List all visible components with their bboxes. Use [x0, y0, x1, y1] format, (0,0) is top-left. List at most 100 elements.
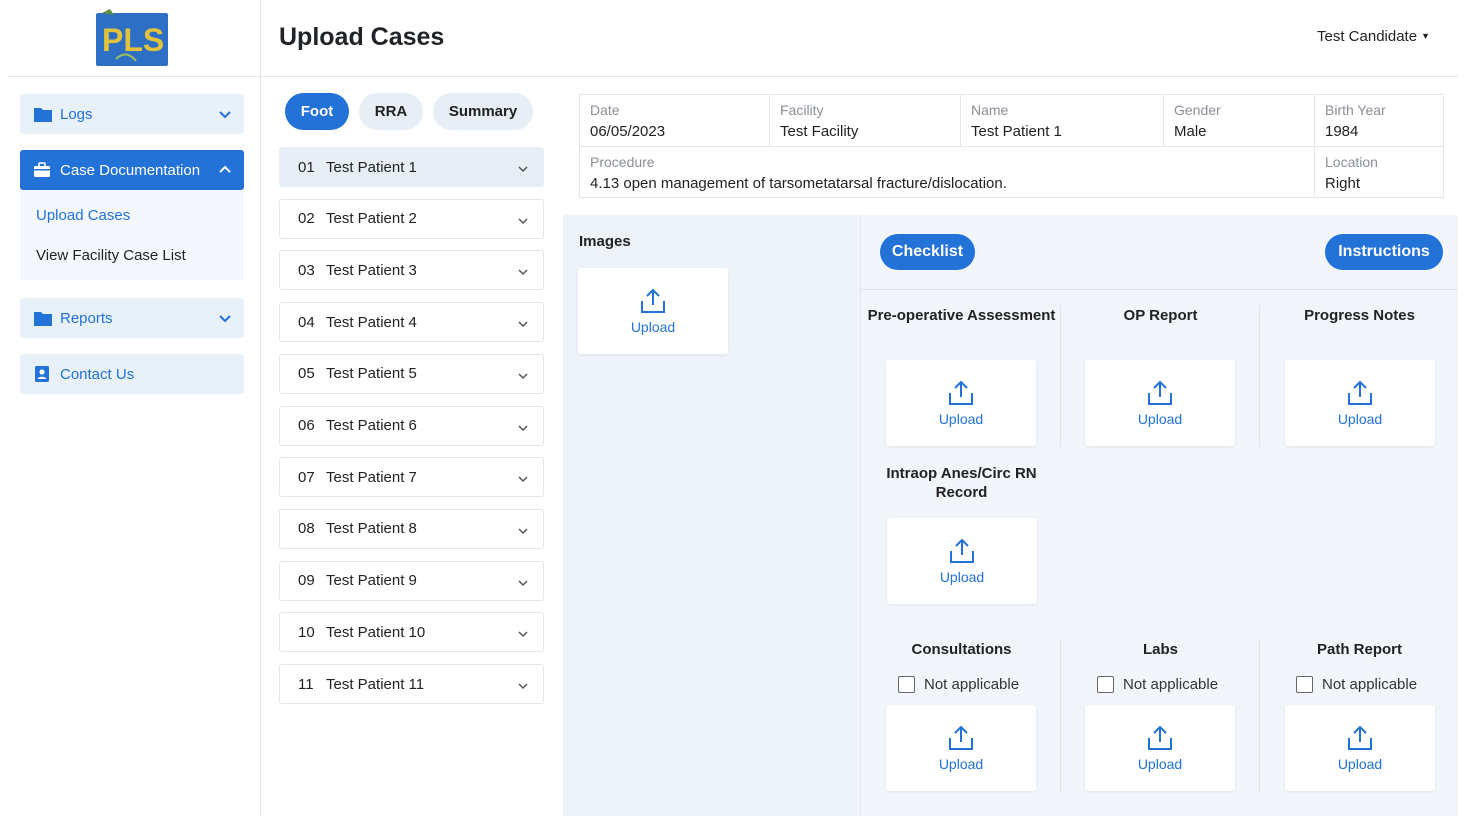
- patient-row[interactable]: 05 Test Patient 5: [279, 353, 544, 394]
- chevron-down-icon: [518, 166, 528, 173]
- chevron-down-icon: [219, 315, 231, 323]
- user-menu[interactable]: Test Candidate ▼: [1317, 28, 1430, 45]
- not-applicable-label: Not applicable: [1123, 676, 1219, 693]
- not-applicable-label: Not applicable: [924, 676, 1020, 693]
- patient-name: Test Patient 1: [326, 158, 417, 176]
- patient-name: Test Patient 5: [326, 365, 417, 383]
- sidebar-label-contact-us: Contact Us: [60, 365, 135, 383]
- sidebar-label-logs: Logs: [60, 105, 93, 123]
- gender-label: Gender: [1174, 102, 1221, 118]
- name-cell: Name Test Patient 1: [961, 95, 1164, 146]
- checklist-header-divider: [861, 289, 1458, 290]
- patient-row[interactable]: 09 Test Patient 9: [279, 560, 544, 601]
- submenu-view-facility-case-list[interactable]: View Facility Case List: [36, 247, 186, 264]
- patient-name: Test Patient 2: [326, 210, 417, 228]
- upload-icon: [1348, 380, 1372, 405]
- path-report-upload-button[interactable]: Upload: [1285, 705, 1435, 791]
- upload-icon: [641, 288, 665, 313]
- images-label: Images: [579, 233, 631, 250]
- chevron-up-icon: [219, 165, 231, 173]
- patient-row[interactable]: 08 Test Patient 8: [279, 508, 544, 549]
- patient-row[interactable]: 02 Test Patient 2: [279, 198, 544, 239]
- chevron-down-icon: [518, 580, 528, 586]
- patient-name: Test Patient 11: [326, 675, 425, 693]
- chevron-down-icon: [518, 269, 528, 276]
- location-cell: Location Right: [1315, 147, 1444, 198]
- path-report-not-applicable-checkbox[interactable]: Not applicable: [1296, 676, 1417, 693]
- patient-number: 03: [298, 261, 315, 279]
- consultations-not-applicable-checkbox[interactable]: Not applicable: [898, 676, 1019, 693]
- sidebar-item-contact-us[interactable]: Contact Us: [20, 354, 244, 394]
- patient-number: 06: [298, 417, 315, 434]
- upload-label: Upload: [1137, 756, 1183, 772]
- tab-rra[interactable]: RRA: [359, 93, 423, 130]
- checkbox-box: [1296, 676, 1313, 693]
- upload-label: Upload: [630, 319, 676, 335]
- consultations-upload-button[interactable]: Upload: [886, 705, 1036, 791]
- patient-row[interactable]: 06 Test Patient 6: [279, 405, 544, 446]
- chevron-down-icon: [518, 476, 528, 483]
- patient-name: Test Patient 6: [326, 417, 417, 434]
- op-report-upload-button[interactable]: Upload: [1085, 360, 1235, 446]
- pls-logo: PLS: [96, 9, 168, 66]
- patient-number: 05: [298, 365, 315, 383]
- user-name: Test Candidate: [1317, 28, 1418, 45]
- chevron-down-icon: [518, 528, 528, 534]
- patient-number: 07: [298, 468, 315, 486]
- date-label: Date: [590, 102, 620, 118]
- upload-label: Upload: [1337, 411, 1383, 427]
- patient-row[interactable]: 10 Test Patient 10: [279, 612, 544, 653]
- patient-name: Test Patient 9: [326, 572, 417, 590]
- location-label: Location: [1325, 154, 1378, 170]
- patient-row[interactable]: 11 Test Patient 11: [279, 664, 544, 704]
- column-divider: [1060, 305, 1061, 447]
- sidebar-item-reports[interactable]: Reports: [20, 298, 244, 338]
- intraop-upload-button[interactable]: Upload: [887, 518, 1037, 604]
- folder-icon: [34, 312, 52, 326]
- chevron-down-icon: [518, 631, 528, 638]
- birth-year-value: 1984: [1325, 123, 1359, 140]
- patient-number: 02: [298, 210, 315, 228]
- checkbox-box: [1097, 676, 1114, 693]
- chevron-down-icon: [219, 111, 231, 119]
- section-consultations-title: Consultations: [911, 641, 1012, 658]
- upload-label: Upload: [938, 411, 984, 427]
- patient-row[interactable]: 01 Test Patient 1: [279, 147, 544, 187]
- sidebar-divider: [260, 0, 261, 816]
- upload-label: Upload: [938, 756, 984, 772]
- labs-not-applicable-checkbox[interactable]: Not applicable: [1097, 676, 1218, 693]
- section-op-report-title: OP Report: [1123, 307, 1198, 324]
- tab-summary[interactable]: Summary: [433, 93, 533, 130]
- upload-icon: [1348, 725, 1372, 750]
- section-path-report-title: Path Report: [1316, 641, 1402, 658]
- procedure-label: Procedure: [590, 154, 655, 170]
- facility-label: Facility: [780, 102, 824, 118]
- patient-row[interactable]: 07 Test Patient 7: [279, 457, 544, 498]
- progress-notes-upload-button[interactable]: Upload: [1285, 360, 1435, 446]
- chevron-down-icon: [518, 683, 528, 690]
- patient-row[interactable]: 03 Test Patient 3: [279, 250, 544, 291]
- section-progress-notes-title: Progress Notes: [1304, 307, 1415, 324]
- patient-number: 10: [298, 623, 315, 641]
- section-labs-title: Labs: [1142, 641, 1178, 658]
- images-upload-button[interactable]: Upload: [578, 268, 728, 354]
- sidebar-item-logs[interactable]: Logs: [20, 94, 244, 134]
- briefcase-icon: [34, 162, 50, 177]
- checklist-button[interactable]: Checklist: [880, 234, 975, 270]
- patient-row[interactable]: 04 Test Patient 4: [279, 302, 544, 343]
- case-documentation-submenu: Upload Cases View Facility Case List: [20, 190, 244, 280]
- instructions-button[interactable]: Instructions: [1325, 234, 1443, 270]
- caret-down-icon: ▼: [1421, 31, 1430, 41]
- tab-foot[interactable]: Foot: [285, 93, 349, 130]
- submenu-upload-cases[interactable]: Upload Cases: [36, 207, 130, 224]
- birth-year-cell: Birth Year 1984: [1315, 95, 1444, 146]
- preop-upload-button[interactable]: Upload: [886, 360, 1036, 446]
- labs-upload-button[interactable]: Upload: [1085, 705, 1235, 791]
- location-value: Right: [1325, 175, 1361, 192]
- checkbox-box: [898, 676, 915, 693]
- facility-cell: Facility Test Facility: [770, 95, 961, 146]
- upload-icon: [950, 538, 974, 563]
- procedure-value: 4.13 open management of tarsometatarsal …: [590, 175, 1007, 192]
- not-applicable-label: Not applicable: [1322, 676, 1418, 693]
- sidebar-item-case-documentation[interactable]: Case Documentation: [20, 150, 244, 190]
